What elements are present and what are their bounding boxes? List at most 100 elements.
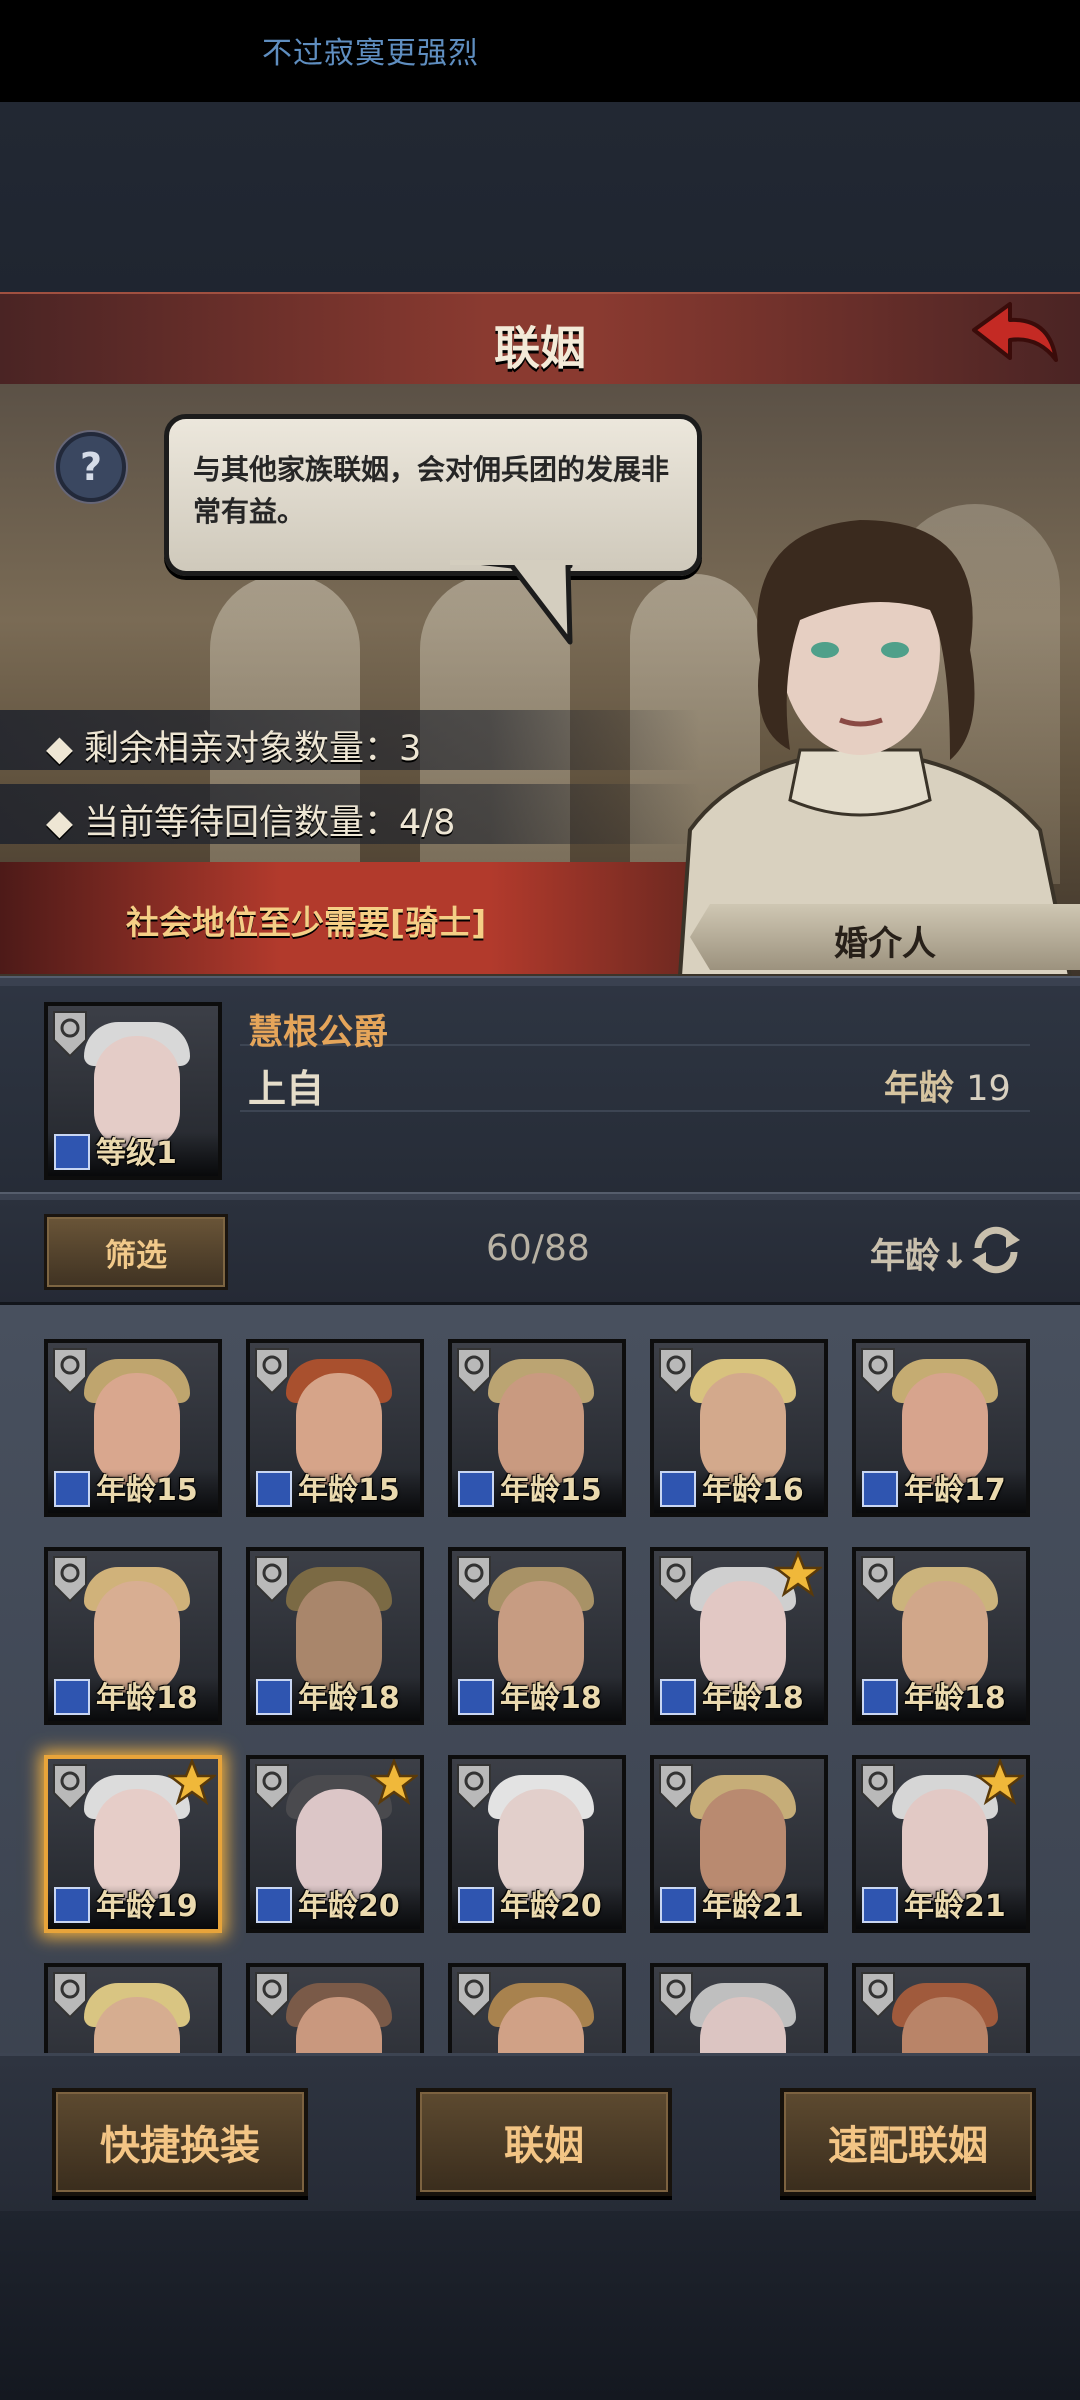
star-icon bbox=[370, 1759, 418, 1805]
candidate-card[interactable] bbox=[650, 1963, 828, 2053]
family-crest-icon bbox=[255, 1764, 289, 1811]
dialog-text: 与其他家族联姻，会对佣兵团的发展非常有益。 bbox=[193, 453, 670, 528]
candidate-card[interactable]: 年龄18 bbox=[448, 1547, 626, 1725]
candidate-card[interactable]: 年龄21 bbox=[852, 1755, 1030, 1933]
candidate-card[interactable]: 年龄18 bbox=[852, 1547, 1030, 1725]
selected-character-portrait[interactable]: 等级1 bbox=[44, 1002, 222, 1180]
candidate-card[interactable]: 年龄18 bbox=[246, 1547, 424, 1725]
family-crest-icon bbox=[255, 1556, 289, 1603]
family-crest-icon bbox=[53, 1556, 87, 1603]
candidate-card[interactable] bbox=[448, 1963, 626, 2053]
candidate-age: 年龄17 bbox=[904, 1473, 1006, 1508]
refresh-icon[interactable] bbox=[968, 1222, 1024, 1278]
candidate-card[interactable]: 年龄19 bbox=[44, 1755, 222, 1933]
sword-class-icon bbox=[862, 1679, 898, 1715]
family-crest-icon bbox=[659, 1348, 693, 1395]
marry-button[interactable]: 联姻 bbox=[416, 2088, 672, 2196]
quick-equip-button[interactable]: 快捷换装 bbox=[52, 2088, 308, 2196]
sword-class-icon bbox=[256, 1887, 292, 1923]
family-crest-icon bbox=[861, 1764, 895, 1811]
candidate-card[interactable]: 年龄15 bbox=[448, 1339, 626, 1517]
candidate-card[interactable]: 年龄21 bbox=[650, 1755, 828, 1933]
family-crest-icon bbox=[255, 1348, 289, 1395]
question-icon: ? bbox=[79, 445, 103, 489]
sort-by-age-button[interactable]: 年龄↓ bbox=[870, 1228, 969, 1279]
family-crest-icon bbox=[861, 1556, 895, 1603]
sword-class-icon bbox=[660, 1471, 696, 1507]
remaining-count-row: ◆ 剩余相亲对象数量：3 bbox=[0, 710, 700, 770]
candidate-card[interactable]: 年龄18 bbox=[650, 1547, 828, 1725]
family-crest-icon bbox=[53, 1764, 87, 1811]
waiting-count-row: ◆ 当前等待回信数量：4/8 bbox=[0, 784, 700, 844]
age-label: 年龄 bbox=[884, 1069, 955, 1109]
level-label: 等级1 bbox=[96, 1136, 177, 1171]
candidate-card[interactable]: 年龄16 bbox=[650, 1339, 828, 1517]
sword-class-icon bbox=[862, 1887, 898, 1923]
family-crest-icon bbox=[659, 1764, 693, 1811]
candidate-age: 年龄15 bbox=[298, 1473, 400, 1508]
waiting-count-text: ◆ 当前等待回信数量：4/8 bbox=[46, 803, 456, 843]
requirement-text: 社会地位至少需要[骑士] bbox=[126, 903, 487, 942]
age-value: 19 bbox=[966, 1069, 1011, 1109]
sword-class-icon bbox=[458, 1887, 494, 1923]
page-title: 联姻 bbox=[494, 321, 586, 375]
family-crest-icon bbox=[53, 1011, 87, 1058]
candidate-age: 年龄18 bbox=[96, 1681, 198, 1716]
notification-text: 不过寂寞更强烈 bbox=[262, 36, 479, 71]
family-crest-icon bbox=[255, 1972, 289, 2019]
candidate-grid: 年龄15 年龄15 年龄15 年龄16 年龄17 年龄18 年龄18 年龄18 年龄18 年龄18… bbox=[0, 1305, 1080, 2053]
character-status: 上自 bbox=[248, 1067, 325, 1111]
sword-class-icon bbox=[54, 1134, 90, 1170]
family-crest-icon bbox=[53, 1972, 87, 2019]
matchmaker-name: 婚介人 bbox=[834, 924, 936, 964]
back-button[interactable] bbox=[970, 300, 1060, 372]
family-crest-icon bbox=[457, 1348, 491, 1395]
star-icon bbox=[976, 1759, 1024, 1805]
candidate-age: 年龄18 bbox=[904, 1681, 1006, 1716]
candidate-age: 年龄18 bbox=[500, 1681, 602, 1716]
star-icon bbox=[168, 1759, 216, 1805]
help-button[interactable]: ? bbox=[56, 432, 126, 502]
remaining-count-text: ◆ 剩余相亲对象数量：3 bbox=[46, 729, 422, 769]
matchmaker-name-plate: 婚介人 bbox=[690, 904, 1080, 970]
upper-background bbox=[0, 102, 1080, 292]
candidate-card[interactable] bbox=[246, 1963, 424, 2053]
title-bar: 联姻 bbox=[0, 292, 1080, 387]
candidate-age: 年龄21 bbox=[904, 1889, 1006, 1924]
candidate-card[interactable]: 年龄18 bbox=[44, 1547, 222, 1725]
candidate-card[interactable]: 年龄17 bbox=[852, 1339, 1030, 1517]
sword-class-icon bbox=[54, 1679, 90, 1715]
family-crest-icon bbox=[861, 1972, 895, 2019]
notification-bar: 不过寂寞更强烈 bbox=[0, 0, 1080, 102]
family-crest-icon bbox=[53, 1348, 87, 1395]
candidate-card[interactable]: 年龄20 bbox=[448, 1755, 626, 1933]
candidate-card[interactable]: 年龄15 bbox=[246, 1339, 424, 1517]
sword-class-icon bbox=[54, 1471, 90, 1507]
family-crest-icon bbox=[861, 1348, 895, 1395]
requirement-banner: 社会地位至少需要[骑士] bbox=[0, 862, 700, 974]
candidate-card[interactable]: 年龄15 bbox=[44, 1339, 222, 1517]
character-age: 年龄 19 bbox=[884, 1060, 1011, 1111]
candidate-card[interactable] bbox=[852, 1963, 1030, 2053]
candidate-age: 年龄19 bbox=[96, 1889, 198, 1924]
speech-bubble-tail bbox=[450, 560, 580, 645]
sword-class-icon bbox=[458, 1679, 494, 1715]
back-arrow-icon bbox=[972, 302, 1058, 362]
star-icon bbox=[774, 1551, 822, 1597]
filter-button[interactable]: 筛选 bbox=[44, 1214, 228, 1290]
family-crest-icon bbox=[457, 1556, 491, 1603]
character-name: 慧根公爵 bbox=[248, 1013, 389, 1053]
candidate-age: 年龄21 bbox=[702, 1889, 804, 1924]
quick-match-button[interactable]: 速配联姻 bbox=[780, 2088, 1036, 2196]
candidate-card[interactable]: 年龄20 bbox=[246, 1755, 424, 1933]
candidate-age: 年龄18 bbox=[298, 1681, 400, 1716]
candidate-age: 年龄15 bbox=[500, 1473, 602, 1508]
candidate-card[interactable] bbox=[44, 1963, 222, 2053]
family-crest-icon bbox=[659, 1972, 693, 2019]
sword-class-icon bbox=[862, 1471, 898, 1507]
sword-class-icon bbox=[660, 1679, 696, 1715]
sword-class-icon bbox=[660, 1887, 696, 1923]
family-crest-icon bbox=[457, 1764, 491, 1811]
sword-class-icon bbox=[54, 1887, 90, 1923]
sword-class-icon bbox=[458, 1471, 494, 1507]
